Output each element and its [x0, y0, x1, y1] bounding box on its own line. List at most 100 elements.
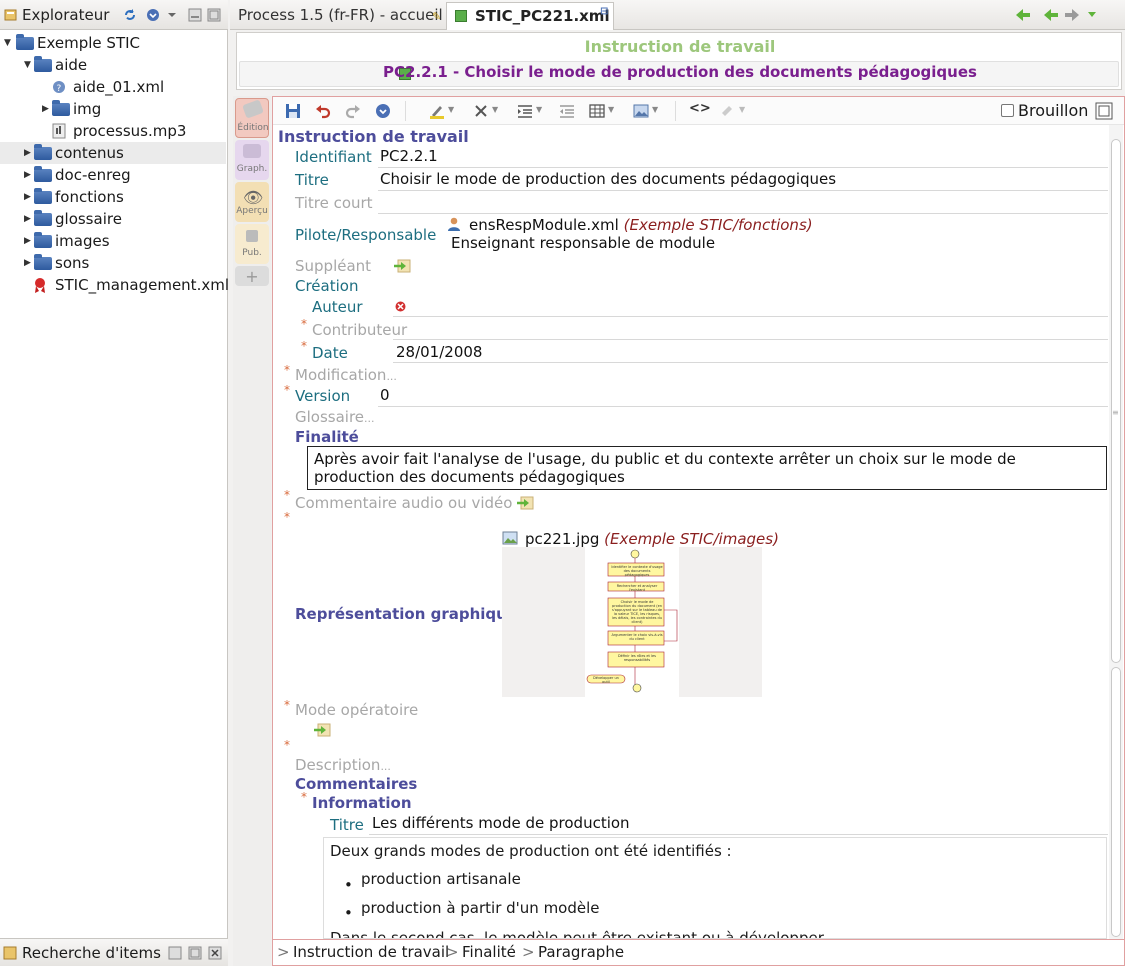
tree-item-contenus[interactable]: ▶ contenus [0, 142, 226, 164]
chevron-down-icon[interactable]: ▼ [492, 105, 498, 114]
tree-label: img [73, 100, 102, 118]
required-star: * [284, 383, 290, 397]
titre-court-underline[interactable] [378, 213, 1108, 214]
redo-icon[interactable] [345, 103, 361, 119]
maximize-icon[interactable] [207, 8, 221, 22]
breadcrumb-separator: > [446, 943, 459, 961]
chevron-right-icon[interactable]: ▶ [42, 98, 49, 120]
chevron-down-icon[interactable] [1086, 9, 1098, 21]
tree-item-stic-management[interactable]: STIC_management.xml [0, 274, 229, 296]
save-icon[interactable] [285, 103, 301, 119]
back-arrow-icon[interactable] [1014, 7, 1032, 23]
identifiant-value[interactable]: PC2.2.1 [380, 147, 438, 165]
add-reference-icon[interactable] [313, 723, 331, 737]
vertical-scrollbar[interactable]: ≡ [1109, 125, 1123, 939]
pilote-file[interactable]: ensRespModule.xml (Exemple STIC/fonction… [469, 216, 813, 234]
identifiant-label: Identifiant [295, 148, 372, 166]
chevron-right-icon[interactable]: ▶ [24, 252, 31, 274]
contributeur-underline[interactable] [393, 339, 1108, 340]
folder-icon [34, 188, 52, 204]
tab-apercu[interactable]: 👁 Aperçu [235, 182, 269, 222]
tab-stic-pc221[interactable]: STIC_PC221.xml ⊟ [446, 2, 614, 30]
chevron-right-icon[interactable]: ▶ [24, 142, 31, 164]
forward-arrow-icon[interactable] [1063, 7, 1081, 23]
required-star: * [284, 738, 290, 752]
tag-view-button[interactable]: <> [689, 101, 711, 116]
chevron-down-icon[interactable]: ▼ [24, 54, 31, 76]
add-tab-button[interactable]: + [235, 266, 269, 286]
chevron-down-icon[interactable]: ▼ [448, 105, 454, 114]
close-icon[interactable] [208, 946, 222, 960]
previous-arrow-icon[interactable] [1042, 7, 1060, 23]
tab-process-accueil[interactable]: Process 1.5 (fr-FR) - accueil ✎ [230, 2, 444, 30]
tree-item-images[interactable]: ▶ images [0, 230, 226, 252]
chevron-right-icon[interactable]: ▶ [24, 208, 31, 230]
toolbar-separator [405, 101, 406, 121]
highlight-icon[interactable] [429, 103, 445, 119]
link-icon[interactable] [719, 103, 735, 119]
scrollbar-track[interactable] [1111, 667, 1121, 937]
undo-icon[interactable] [315, 103, 331, 119]
required-star: * [284, 363, 290, 377]
titre-value[interactable]: Choisir le mode de production des docume… [380, 170, 836, 188]
add-reference-icon[interactable] [393, 259, 411, 273]
tree-item-sons[interactable]: ▶ sons [0, 252, 226, 274]
chevron-right-icon[interactable]: ▶ [24, 186, 31, 208]
tab-badge-icon: ⊟ [600, 6, 609, 17]
breadcrumb-item[interactable]: Paragraphe [538, 940, 624, 964]
tree-item-img[interactable]: ▶ img [0, 98, 226, 120]
tree-label: sons [55, 254, 90, 272]
pilote-description: Enseignant responsable de module [451, 234, 716, 252]
sync-icon[interactable] [123, 8, 137, 22]
chevron-right-icon[interactable]: ▶ [24, 230, 31, 252]
add-reference-icon[interactable] [516, 496, 534, 510]
date-value[interactable]: 28/01/2008 [396, 343, 482, 361]
image-reference[interactable]: pc221.jpg (Exemple STIC/images) [525, 530, 779, 548]
chevron-down-icon[interactable]: ▼ [739, 105, 745, 114]
maximize-editor-icon[interactable] [1095, 102, 1113, 120]
chevron-down-icon[interactable] [165, 8, 179, 22]
chevron-down-icon[interactable]: ▼ [608, 105, 614, 114]
tree-item-aide[interactable]: ▼ aide [0, 54, 226, 76]
tab-graph[interactable]: Graph. [235, 140, 269, 180]
chevron-down-icon[interactable]: ▼ [4, 32, 11, 54]
tab-edition[interactable]: Édition [235, 98, 269, 138]
clear-format-icon[interactable] [473, 103, 489, 119]
tree-item-aide-01[interactable]: ? aide_01.xml [0, 76, 226, 98]
outdent-icon[interactable] [559, 103, 575, 119]
tab-pub[interactable]: Pub. [235, 224, 269, 264]
restore-icon[interactable] [168, 946, 182, 960]
tree-item-glossaire[interactable]: ▶ glossaire [0, 208, 226, 230]
info-titre-label: Titre [330, 816, 364, 834]
minimize-icon[interactable] [188, 8, 202, 22]
folder-icon [34, 210, 52, 226]
chevron-down-icon[interactable]: ▼ [652, 105, 658, 114]
image-insert-icon[interactable] [633, 103, 649, 119]
table-icon[interactable] [589, 103, 605, 119]
glossaire-label: Glossaire... [295, 408, 375, 426]
flowchart-image[interactable]: Identifier le contexte d'usage des docum… [502, 547, 762, 697]
info-titre-value[interactable]: Les différents mode de production [372, 814, 630, 832]
auteur-underline[interactable] [393, 316, 1108, 317]
version-value[interactable]: 0 [380, 386, 390, 404]
pilote-file-path: (Exemple STIC/fonctions) [623, 216, 813, 234]
tree-label: processus.mp3 [73, 122, 187, 140]
tree-item-doc-enreg[interactable]: ▶ doc-enreg [0, 164, 226, 186]
chevron-down-icon[interactable]: ▼ [536, 105, 542, 114]
information-text-area[interactable]: Deux grands modes de production ont été … [323, 837, 1107, 939]
view-menu-icon[interactable] [146, 8, 160, 22]
tree-item-fonctions[interactable]: ▶ fonctions [0, 186, 226, 208]
required-star: * [284, 698, 290, 712]
draft-checkbox[interactable] [1001, 104, 1014, 117]
folder-icon [52, 100, 70, 116]
finalite-textarea[interactable]: Après avoir fait l'analyse de l'usage, d… [307, 446, 1107, 490]
tree-item-exemple-stic[interactable]: ▼ Exemple STIC [0, 32, 226, 54]
breadcrumb-item[interactable]: Instruction de travail [293, 940, 449, 964]
maximize-icon[interactable] [188, 946, 202, 960]
indent-icon[interactable] [517, 103, 533, 119]
breadcrumb-item[interactable]: Finalité [462, 940, 516, 964]
view-menu-icon[interactable] [375, 103, 391, 119]
scrollbar-thumb[interactable] [1111, 139, 1121, 663]
tree-item-processus-mp3[interactable]: processus.mp3 [0, 120, 226, 142]
chevron-right-icon[interactable]: ▶ [24, 164, 31, 186]
